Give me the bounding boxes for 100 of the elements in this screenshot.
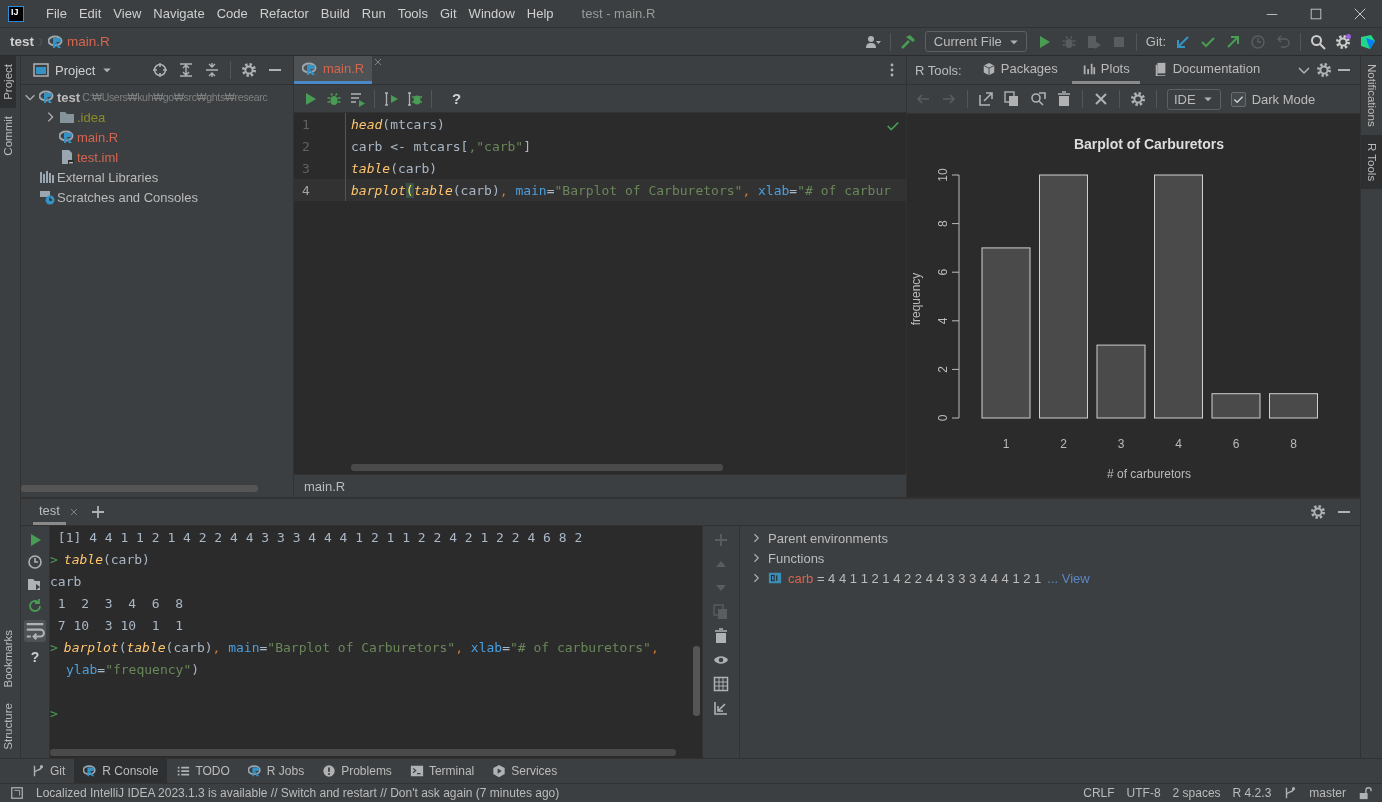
tool-window-tab[interactable]: R Jobs: [238, 759, 314, 783]
scrollbar[interactable]: [351, 464, 723, 471]
close-icon[interactable]: [1353, 6, 1367, 21]
git-branch[interactable]: master: [1309, 786, 1346, 800]
branch-icon[interactable]: [31, 764, 45, 778]
search-icon[interactable]: [1310, 33, 1326, 50]
menu-item[interactable]: Git: [434, 6, 463, 21]
menu-item[interactable]: Run: [355, 6, 392, 21]
panel-tab[interactable]: Packages: [971, 56, 1068, 84]
menu-item[interactable]: Navigate: [147, 6, 211, 21]
expand-all-icon[interactable]: [178, 62, 194, 78]
menu-item[interactable]: Build: [314, 6, 356, 21]
breadcrumb-item[interactable]: main.R: [67, 34, 110, 49]
debug-to-cursor-icon[interactable]: [407, 90, 423, 107]
tree-item[interactable]: Scratches and Consoles: [57, 189, 198, 205]
scrollbar[interactable]: [693, 646, 700, 716]
tool-window-tab[interactable]: TODO: [167, 759, 239, 783]
user-icon[interactable]: [864, 33, 881, 50]
tool-window-tab[interactable]: R Console: [74, 759, 168, 783]
branch-icon[interactable]: [1283, 786, 1298, 800]
tool-window-tab[interactable]: Problems: [313, 759, 401, 783]
tree-item[interactable]: External Libraries: [57, 169, 159, 185]
help-button[interactable]: ?: [24, 648, 46, 666]
push-arrow-icon[interactable]: [1225, 33, 1241, 50]
status-message[interactable]: Localized IntelliJ IDEA 2023.1.3 is available // Switch and restart // Don't ask again (7 minutes ago): [36, 786, 560, 800]
copy-icon[interactable]: [1004, 91, 1020, 107]
app-logo-icon[interactable]: [1360, 33, 1376, 50]
variable-entry[interactable]: carb = 4 4 1 1 2 1 4 2 2 4 4 3 3 3 4 4 4 1 2 1: [788, 570, 1042, 586]
menu-item[interactable]: Edit: [72, 6, 108, 21]
toggle-panels-icon[interactable]: [10, 786, 24, 800]
environment-group[interactable]: Functions: [768, 550, 825, 566]
update-arrow-icon[interactable]: [1175, 33, 1191, 50]
panel-tab[interactable]: Documentation: [1143, 56, 1271, 84]
view-link[interactable]: ... View: [1047, 570, 1090, 586]
import-icon[interactable]: [713, 700, 729, 716]
menu-item[interactable]: Tools: [391, 6, 434, 21]
tree-item[interactable]: main.R: [77, 129, 119, 145]
panel-tab[interactable]: Plots: [1071, 56, 1140, 84]
run-lines-icon[interactable]: [350, 90, 366, 107]
locate-icon[interactable]: [152, 62, 168, 78]
list-icon[interactable]: [176, 764, 191, 778]
tree-item[interactable]: test.iml: [77, 149, 119, 165]
debug-icon[interactable]: [326, 90, 342, 107]
tool-window-tab[interactable]: Terminal: [400, 759, 484, 783]
maximize-icon[interactable]: [1309, 6, 1323, 21]
tool-window-tab[interactable]: Project: [0, 56, 16, 108]
dark-mode-checkbox[interactable]: Dark Mode: [1230, 91, 1316, 107]
tool-window-tab[interactable]: R Tools: [1361, 134, 1382, 189]
scrollbar[interactable]: [50, 749, 676, 756]
close-icon[interactable]: [1093, 91, 1109, 107]
trash-icon[interactable]: [1056, 91, 1072, 107]
scrollbar[interactable]: [21, 485, 258, 492]
menu-item[interactable]: File: [40, 6, 73, 21]
tool-window-tab[interactable]: Services: [483, 759, 567, 783]
menu-item[interactable]: View: [107, 6, 148, 21]
device-dropdown[interactable]: IDE: [1167, 88, 1221, 110]
panel-title[interactable]: Project: [55, 62, 96, 78]
terminal-icon[interactable]: [409, 764, 424, 778]
hammer-icon[interactable]: [899, 33, 916, 50]
menu-item[interactable]: Code: [210, 6, 254, 21]
settings-icon[interactable]: [1310, 504, 1326, 520]
tool-window-tab[interactable]: Git: [22, 759, 75, 783]
history-icon[interactable]: [27, 554, 43, 570]
tool-window-tab[interactable]: Notifications: [1361, 56, 1382, 135]
status-item[interactable]: R 4.2.3: [1232, 786, 1272, 800]
lock-icon[interactable]: [1358, 786, 1372, 800]
breadcrumb-item[interactable]: test: [10, 34, 34, 49]
zoom-icon[interactable]: [1030, 91, 1046, 107]
collapse-all-icon[interactable]: [204, 62, 220, 78]
soft-wrap-icon[interactable]: [24, 620, 46, 642]
help-button[interactable]: ?: [446, 89, 468, 108]
tool-window-tab[interactable]: Bookmarks: [0, 621, 16, 696]
r-icon[interactable]: [83, 764, 98, 778]
settings-icon[interactable]: [1130, 91, 1146, 107]
change-directory-icon[interactable]: [27, 576, 43, 592]
editor-breadcrumb[interactable]: main.R: [304, 478, 346, 494]
status-item[interactable]: CRLF: [1083, 786, 1115, 800]
settings-icon[interactable]: [1335, 33, 1351, 50]
table-icon[interactable]: [713, 676, 729, 692]
menu-item[interactable]: Window: [462, 6, 521, 21]
warning-icon[interactable]: [322, 764, 337, 778]
menu-item[interactable]: Help: [520, 6, 560, 21]
tool-window-tab[interactable]: Structure: [0, 695, 16, 758]
settings-icon[interactable]: [241, 62, 257, 78]
r-icon[interactable]: [247, 764, 262, 778]
rerun-icon[interactable]: [27, 598, 43, 614]
add-icon[interactable]: [89, 504, 106, 520]
tree-item[interactable]: test: [57, 89, 81, 105]
tree-item[interactable]: .idea: [77, 109, 106, 125]
settings-icon[interactable]: [1316, 62, 1332, 78]
status-item[interactable]: UTF-8: [1126, 786, 1161, 800]
export-icon[interactable]: [978, 91, 994, 107]
environment-group[interactable]: Parent environments: [768, 530, 888, 546]
trash-icon[interactable]: [713, 628, 729, 644]
status-item[interactable]: 2 spaces: [1172, 786, 1221, 800]
tool-window-tab[interactable]: Commit: [0, 107, 16, 164]
run-to-cursor-icon[interactable]: [383, 90, 399, 107]
menu-item[interactable]: Refactor: [253, 6, 315, 21]
services-icon[interactable]: [492, 764, 507, 778]
run-configuration-dropdown[interactable]: Current File: [924, 31, 1027, 52]
